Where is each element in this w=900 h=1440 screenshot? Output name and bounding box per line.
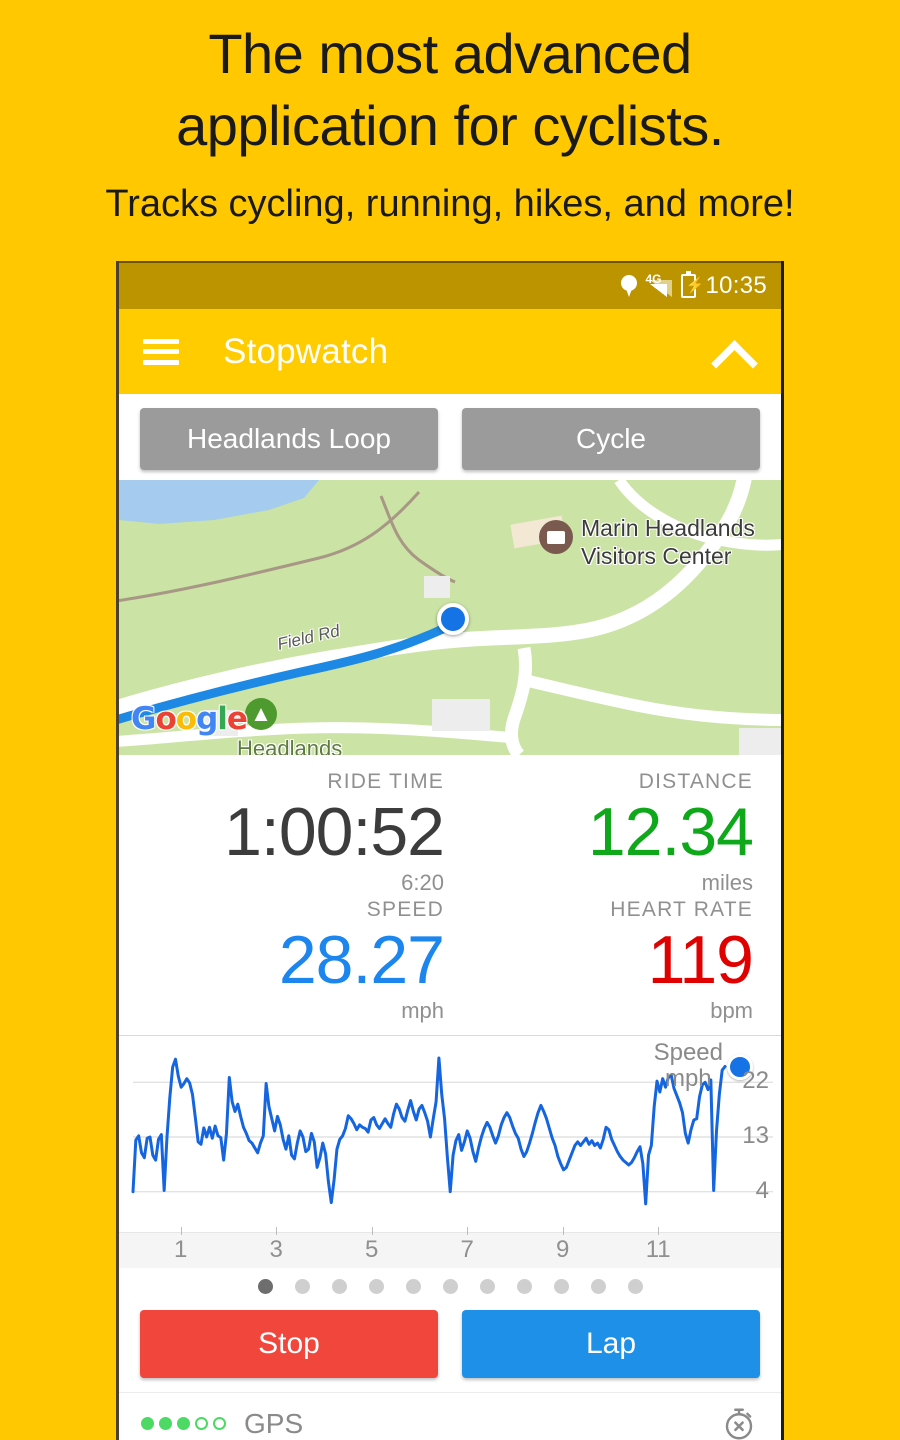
hamburger-line <box>143 359 179 365</box>
gps-status-bar: GPS <box>119 1392 781 1440</box>
stats-panel: RIDE TIME 1:00:52 6:20 DISTANCE 12.34 mi… <box>119 755 781 1036</box>
chart-y-axis-labels: 22 13 4 <box>725 1036 777 1232</box>
stat-unit: 6:20 <box>401 870 444 895</box>
gps-strength-dot <box>159 1417 172 1430</box>
bolt-glyph: ⚡ <box>685 277 705 294</box>
hamburger-line <box>143 338 179 344</box>
stop-button[interactable]: Stop <box>140 1310 438 1378</box>
hamburger-menu-icon[interactable] <box>143 338 179 365</box>
promo-headline-line1: The most advanced <box>208 22 692 85</box>
page-indicator-dot[interactable] <box>257 1278 273 1294</box>
chart-x-tick-mark <box>180 1227 182 1235</box>
stat-unit: mph <box>401 998 444 1023</box>
chart-y-tick: 4 <box>755 1176 769 1204</box>
stat-speed: SPEED 28.27 mph <box>141 897 450 1025</box>
stat-value: 119 <box>647 922 754 998</box>
current-location-dot <box>437 603 469 635</box>
speed-chart[interactable]: Speed mph 22 13 4 <box>119 1036 781 1232</box>
signal-icon: 4G <box>645 273 673 297</box>
app-bar: Stopwatch <box>119 309 781 394</box>
chart-x-tick: 7 <box>460 1236 474 1263</box>
chart-x-tick-mark <box>371 1227 373 1235</box>
page-indicator-dot[interactable] <box>479 1278 495 1294</box>
stats-row-2: SPEED 28.27 mph HEART RATE 119 bpm <box>141 897 759 1025</box>
action-row: Stop Lap <box>119 1304 781 1392</box>
android-status-bar: 4G ⚡ 10:35 <box>119 261 781 309</box>
gps-strength-indicator <box>141 1417 226 1430</box>
stat-label: DISTANCE <box>638 770 753 793</box>
lap-button[interactable]: Lap <box>462 1310 760 1378</box>
gps-strength-dot <box>213 1417 226 1430</box>
gps-label: GPS <box>244 1407 304 1439</box>
chart-x-tick: 11 <box>645 1236 671 1263</box>
page-indicator-dot[interactable] <box>294 1278 310 1294</box>
promo-header: The most advanced application for cyclis… <box>0 0 900 250</box>
map-poi-label: Marin Headlands Visitors Center <box>581 515 755 569</box>
chart-x-tick: 5 <box>365 1236 379 1263</box>
stat-ride-time: RIDE TIME 1:00:52 6:20 <box>141 769 450 897</box>
page-indicator-dot[interactable] <box>627 1278 643 1294</box>
chart-x-tick-mark <box>562 1227 564 1235</box>
page-indicator-dot[interactable] <box>590 1278 606 1294</box>
chart-legend-name: Speed <box>653 1039 723 1066</box>
page-indicator-dot[interactable] <box>516 1278 532 1294</box>
selector-row: Headlands Loop Cycle <box>119 394 781 480</box>
google-attribution-logo: Google <box>131 701 248 737</box>
promo-page: The most advanced application for cyclis… <box>0 0 900 1440</box>
chart-y-tick: 22 <box>742 1067 769 1095</box>
stat-label: SPEED <box>366 898 444 921</box>
camera-poi-icon <box>539 520 573 554</box>
battery-charging-icon: ⚡ <box>681 271 704 298</box>
signal-bars-fg <box>650 284 668 297</box>
map-park-label: Headlands <box>237 736 343 755</box>
chart-y-tick: 13 <box>742 1122 769 1149</box>
stat-label: RIDE TIME <box>327 770 444 793</box>
park-poi-icon: ▲ <box>245 698 277 730</box>
stat-value: 28.27 <box>278 922 445 998</box>
chart-legend-unit: mph <box>664 1065 712 1092</box>
stopwatch-reset-icon[interactable] <box>721 1406 757 1440</box>
stat-label: HEART RATE <box>610 898 753 921</box>
stat-unit: bpm <box>710 998 753 1023</box>
route-selector-button[interactable]: Headlands Loop <box>140 408 438 470</box>
stat-value: 12.34 <box>587 794 754 870</box>
stat-heart-rate: HEART RATE 119 bpm <box>450 897 759 1025</box>
page-indicator-dot[interactable] <box>405 1278 421 1294</box>
location-pin-icon <box>621 275 638 297</box>
page-title: Stopwatch <box>223 331 389 371</box>
page-indicator-dot[interactable] <box>442 1278 458 1294</box>
activity-selector-button[interactable]: Cycle <box>462 408 760 470</box>
page-indicator-dot[interactable] <box>553 1278 569 1294</box>
gps-strength-dot <box>195 1417 208 1430</box>
map-view[interactable]: Marin Headlands Visitors Center Field Rd… <box>119 480 781 755</box>
chart-x-tick: 3 <box>269 1236 283 1263</box>
chart-legend: Speed mph <box>654 1040 723 1092</box>
stats-row-1: RIDE TIME 1:00:52 6:20 DISTANCE 12.34 mi… <box>141 769 759 897</box>
chart-x-tick: 9 <box>555 1236 570 1263</box>
promo-subtitle: Tracks cycling, running, hikes, and more… <box>105 183 795 225</box>
page-indicator-dot[interactable] <box>368 1278 384 1294</box>
stat-value: 1:00:52 <box>224 794 445 870</box>
stat-unit: miles <box>701 870 753 895</box>
phone-screenshot: 4G ⚡ 10:35 Stopwatch Headlands Loop Cycl… <box>116 261 784 1440</box>
chart-x-tick: 1 <box>174 1236 188 1263</box>
status-bar-clock: 10:35 <box>705 272 767 299</box>
chevron-up-icon[interactable] <box>713 333 751 371</box>
chart-x-tick-mark <box>467 1227 469 1235</box>
hamburger-line <box>143 349 179 354</box>
page-indicator-dot[interactable] <box>331 1278 347 1294</box>
chart-x-axis: 1 3 5 7 9 11 <box>119 1227 781 1268</box>
gps-strength-dot <box>141 1417 154 1430</box>
chart-x-tick-mark <box>658 1227 660 1235</box>
promo-headline-line2: application for cyclists. <box>176 94 724 157</box>
stat-distance: DISTANCE 12.34 miles <box>450 769 759 897</box>
chart-x-tick-mark <box>276 1227 278 1235</box>
gps-strength-dot <box>177 1417 190 1430</box>
page-indicator[interactable] <box>119 1268 781 1304</box>
